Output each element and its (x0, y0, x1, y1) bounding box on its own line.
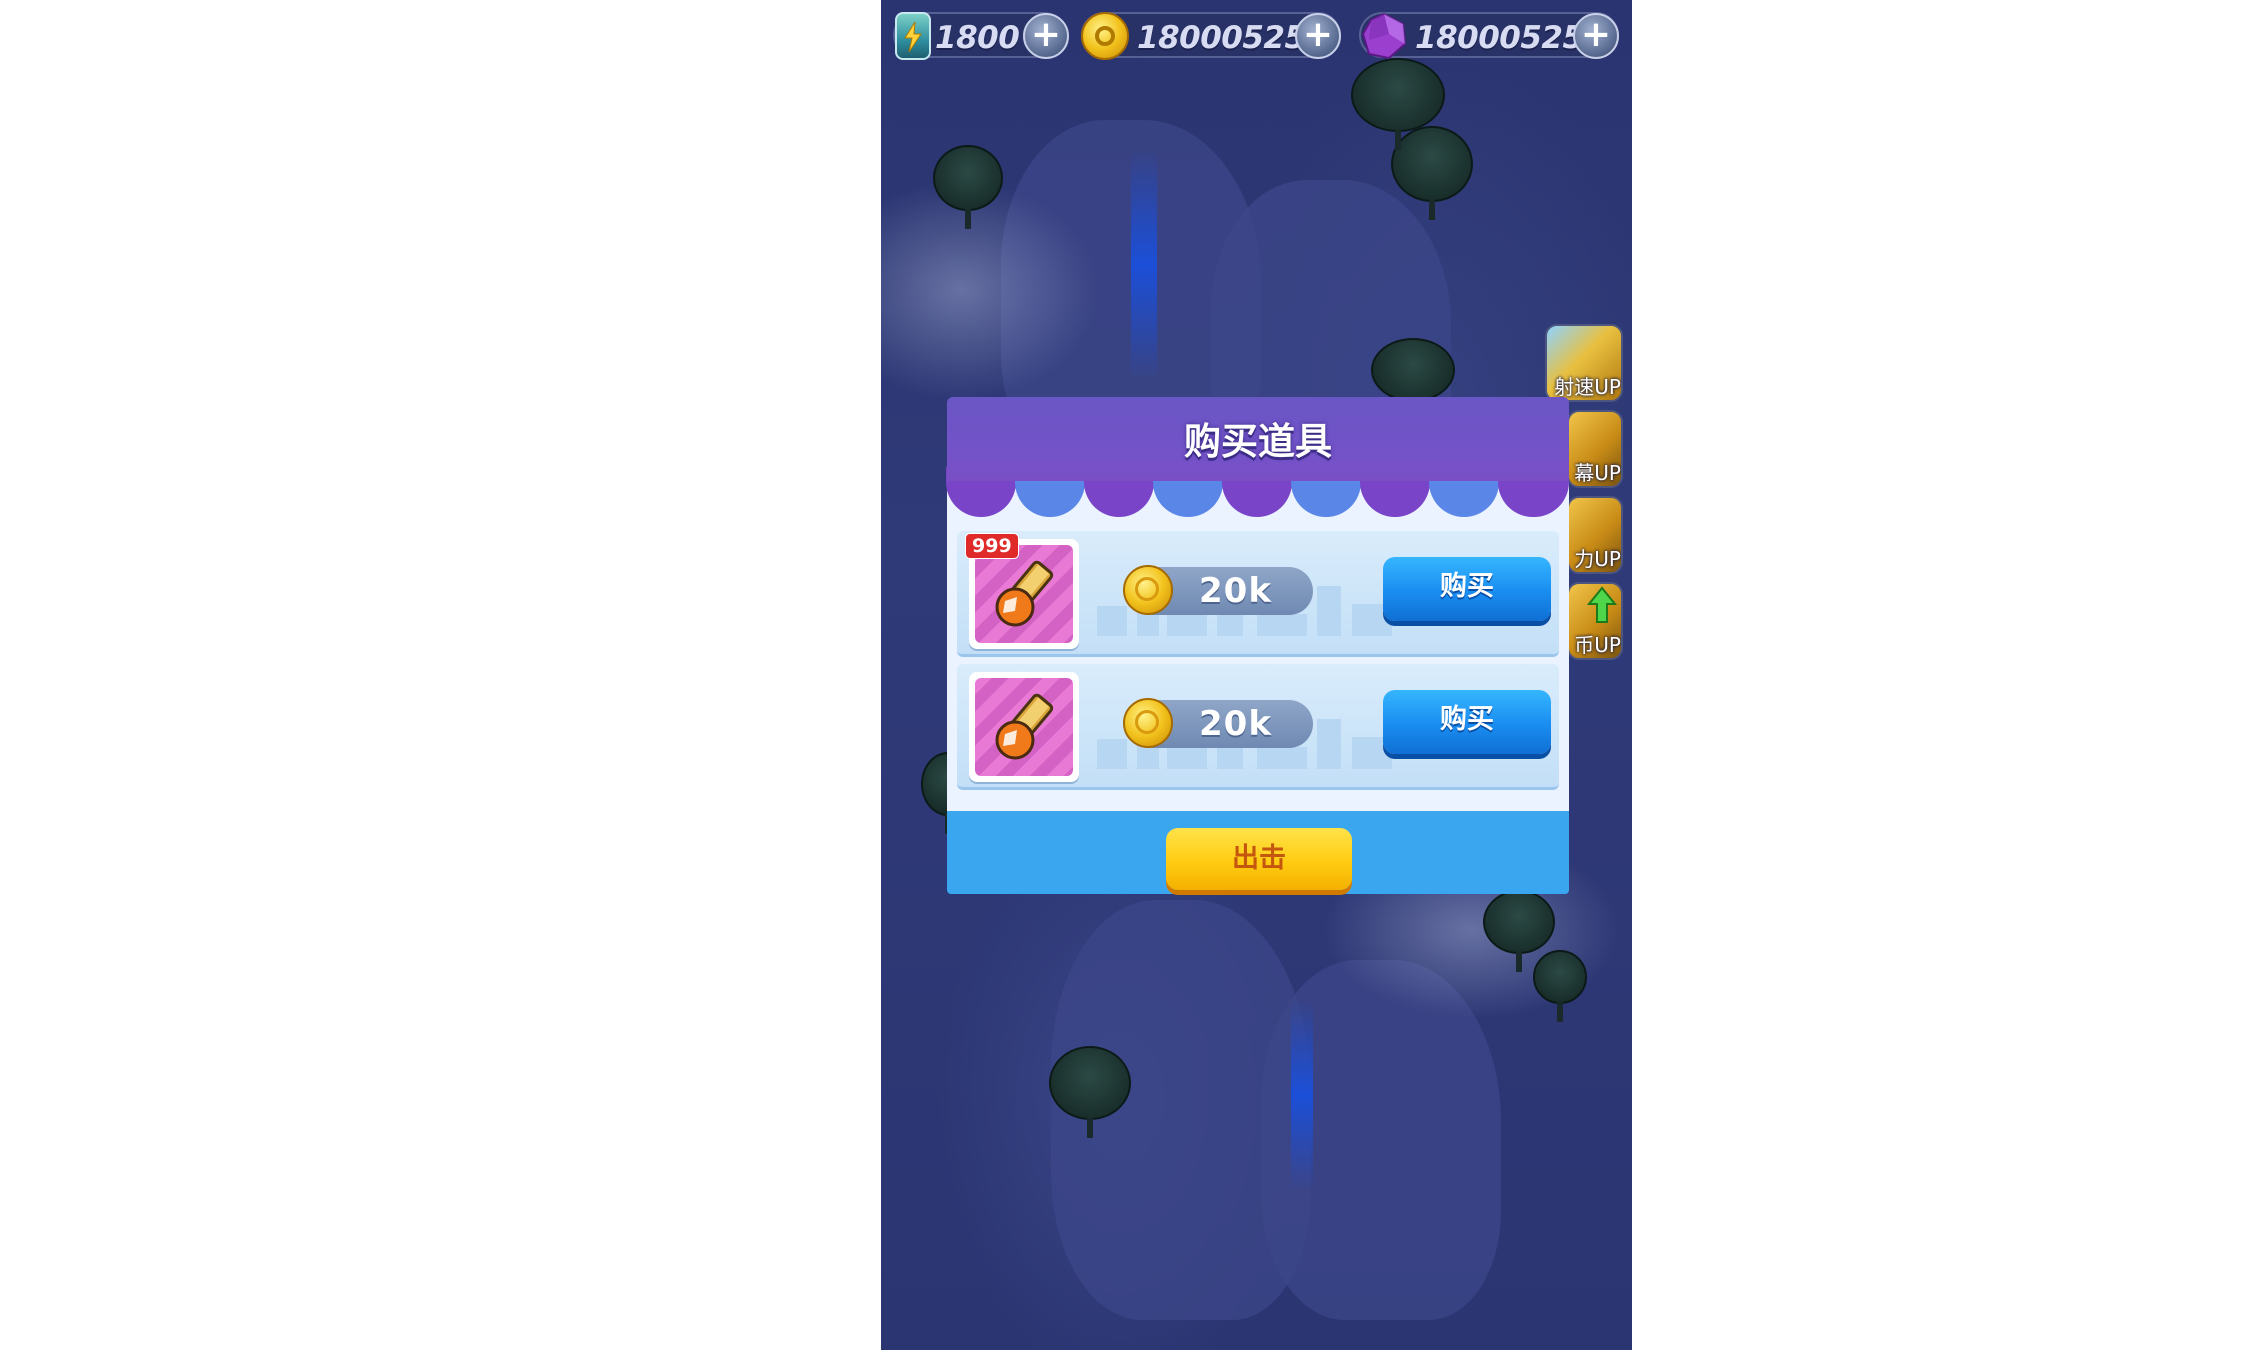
buy-items-dialog: 999 20k 购买 20k 购买 购买道具 出击 (946, 397, 1569, 894)
gold-value: 18000525 (1137, 20, 1306, 56)
power-up-label: 力UP (1574, 547, 1621, 571)
fire-rate-up-button[interactable]: 射速UP (1545, 324, 1623, 402)
gold-coin-icon (1123, 698, 1173, 748)
tree (933, 145, 1003, 211)
fire-rate-up-label: 射速UP (1554, 375, 1621, 399)
dialog-header: 购买道具 (947, 397, 1569, 481)
item-count-badge: 999 (965, 533, 1019, 559)
tree (1351, 58, 1445, 132)
sortie-button[interactable]: 出击 (1166, 828, 1352, 890)
coin-up-button[interactable]: 币UP (1567, 582, 1623, 660)
barrage-up-label: 幕UP (1574, 461, 1621, 485)
energy-value: 1800 (935, 20, 1020, 56)
item-price: 20k (1199, 704, 1272, 744)
tree (1483, 890, 1555, 954)
river (1131, 150, 1157, 380)
item-row: 20k 购买 (957, 664, 1559, 790)
rocket-item-icon (995, 560, 1054, 627)
dialog-title: 购买道具 (1184, 420, 1332, 463)
gold-coin-icon (1081, 12, 1129, 60)
add-gem-button[interactable]: + (1573, 13, 1619, 59)
item-card (969, 672, 1079, 782)
gem-value: 18000525 (1415, 20, 1584, 56)
gold-counter: 18000525 + (1081, 12, 1341, 60)
buy-button[interactable]: 购买 (1383, 557, 1551, 621)
plus-icon: + (1030, 13, 1062, 55)
plus-icon: + (1580, 13, 1612, 55)
tree (1391, 126, 1473, 202)
purple-gem-icon (1359, 12, 1407, 60)
rocket-item-icon (995, 693, 1054, 760)
add-energy-button[interactable]: + (1023, 13, 1069, 59)
buy-button[interactable]: 购买 (1383, 690, 1551, 754)
dialog-footer: 出击 (947, 811, 1569, 894)
tree (1371, 338, 1455, 402)
add-gold-button[interactable]: + (1295, 13, 1341, 59)
green-arrow-icon (1587, 586, 1617, 623)
item-price: 20k (1199, 571, 1272, 611)
item-row: 999 20k 购买 (957, 531, 1559, 657)
river (1291, 1000, 1313, 1190)
gem-counter: 18000525 + (1359, 12, 1619, 60)
dialog-body: 999 20k 购买 20k 购买 (946, 467, 1569, 811)
energy-counter: 1800 + (893, 12, 1069, 60)
coin-up-label: 币UP (1574, 633, 1621, 657)
gold-coin-icon (1123, 565, 1173, 615)
tree (1049, 1046, 1131, 1120)
price-tag: 20k (1123, 698, 1313, 748)
tree (1533, 950, 1587, 1004)
price-tag: 20k (1123, 565, 1313, 615)
energy-battery-icon (895, 12, 931, 60)
power-up-button[interactable]: 力UP (1567, 496, 1623, 574)
barrage-up-button[interactable]: 幕UP (1567, 410, 1623, 488)
plus-icon: + (1302, 13, 1334, 55)
